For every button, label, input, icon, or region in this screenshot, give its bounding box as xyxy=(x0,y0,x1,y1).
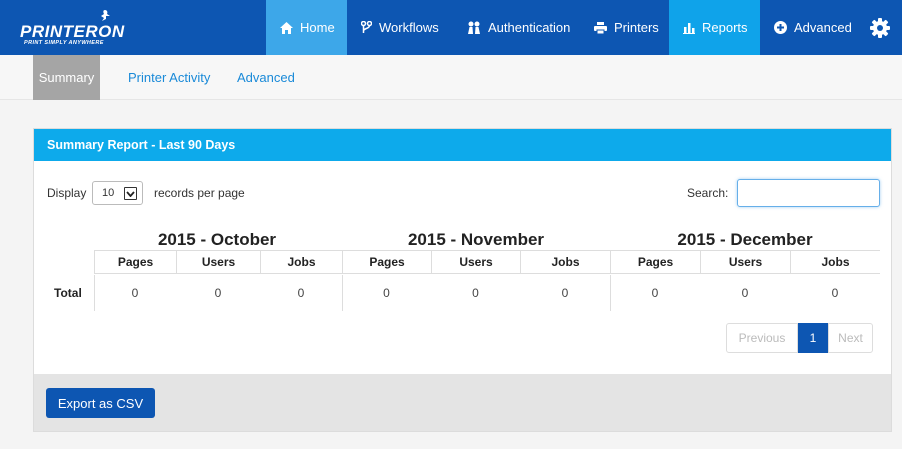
printeron-logo[interactable]: PRINTERON PRINT SIMPLY ANYWHERE xyxy=(20,8,150,48)
previous-page-button[interactable]: Previous xyxy=(726,323,798,353)
gear-icon[interactable] xyxy=(870,18,890,38)
sub-navbar: Summary Printer Activity Advanced xyxy=(0,55,902,100)
table-cell: 0 xyxy=(472,286,479,300)
records-per-page-select[interactable]: 10 xyxy=(92,181,143,205)
tab-summary[interactable]: Summary xyxy=(33,55,100,100)
table-cell: 0 xyxy=(214,286,222,300)
records-per-page-label: records per page xyxy=(154,186,245,200)
table-cell: 0 xyxy=(651,286,659,300)
export-csv-button[interactable]: Export as CSV xyxy=(46,388,155,418)
nav-printers[interactable]: Printers xyxy=(580,0,669,55)
nav-authentication-label: Authentication xyxy=(488,20,571,35)
pagination: Previous 1 Next xyxy=(726,323,873,353)
column-header[interactable]: Pages xyxy=(94,250,176,274)
table-cell: 0 xyxy=(297,286,305,300)
table-cell: 0 xyxy=(383,286,390,300)
table-cell: 0 xyxy=(131,286,139,300)
page-1-button[interactable]: 1 xyxy=(798,323,828,353)
nav-authentication[interactable]: Authentication xyxy=(453,0,580,55)
summary-report-panel: Summary Report - Last 90 Days Display 10… xyxy=(33,128,892,432)
month-heading: 2015 - December xyxy=(677,230,813,249)
table-cell: 0 xyxy=(561,286,569,300)
panel-title: Summary Report - Last 90 Days xyxy=(34,129,891,161)
nav-home-label: Home xyxy=(300,20,335,35)
nav-printers-label: Printers xyxy=(614,20,659,35)
column-header[interactable]: Users xyxy=(700,250,790,274)
month-heading: 2015 - October xyxy=(157,230,277,249)
brand-name: PRINTERON xyxy=(20,22,125,41)
nav-reports[interactable]: Reports xyxy=(669,0,760,55)
row-label-total: Total xyxy=(54,286,82,300)
printer-icon xyxy=(594,21,607,34)
panel-footer: Export as CSV xyxy=(34,374,891,431)
tab-printer-activity[interactable]: Printer Activity xyxy=(116,55,222,100)
tab-advanced[interactable]: Advanced xyxy=(225,55,307,100)
nav-advanced[interactable]: Advanced xyxy=(760,0,865,55)
column-header[interactable]: Jobs xyxy=(520,250,610,274)
nav-home[interactable]: Home xyxy=(266,0,347,55)
brand-tagline: PRINT SIMPLY ANYWHERE xyxy=(24,40,104,46)
column-header[interactable]: Pages xyxy=(610,250,700,274)
table-cell: 0 xyxy=(741,286,749,300)
column-header[interactable]: Jobs xyxy=(790,250,880,274)
nav-reports-label: Reports xyxy=(702,20,748,35)
nav-advanced-label: Advanced xyxy=(794,20,852,35)
display-label: Display xyxy=(47,186,87,200)
nav-workflows-label: Workflows xyxy=(379,20,439,35)
column-header[interactable]: Users xyxy=(176,250,260,274)
next-page-button[interactable]: Next xyxy=(828,323,873,353)
home-icon xyxy=(280,21,293,34)
column-header[interactable]: Pages xyxy=(342,250,431,274)
plus-circle-icon xyxy=(774,21,787,34)
table-cell: 0 xyxy=(831,286,839,300)
workflow-icon xyxy=(361,21,372,34)
top-navbar: PRINTERON PRINT SIMPLY ANYWHERE Home Wor… xyxy=(0,0,902,55)
search-label: Search: xyxy=(687,186,729,200)
nav-workflows[interactable]: Workflows xyxy=(347,0,453,55)
month-heading: 2015 - November xyxy=(407,230,545,249)
column-header[interactable]: Users xyxy=(431,250,520,274)
records-per-page-value: 10 xyxy=(102,187,115,199)
bar-chart-icon xyxy=(683,22,695,34)
authentication-icon xyxy=(467,21,481,34)
chevron-down-icon xyxy=(124,187,137,200)
search-input[interactable] xyxy=(737,179,880,207)
column-header[interactable]: Jobs xyxy=(260,250,342,274)
